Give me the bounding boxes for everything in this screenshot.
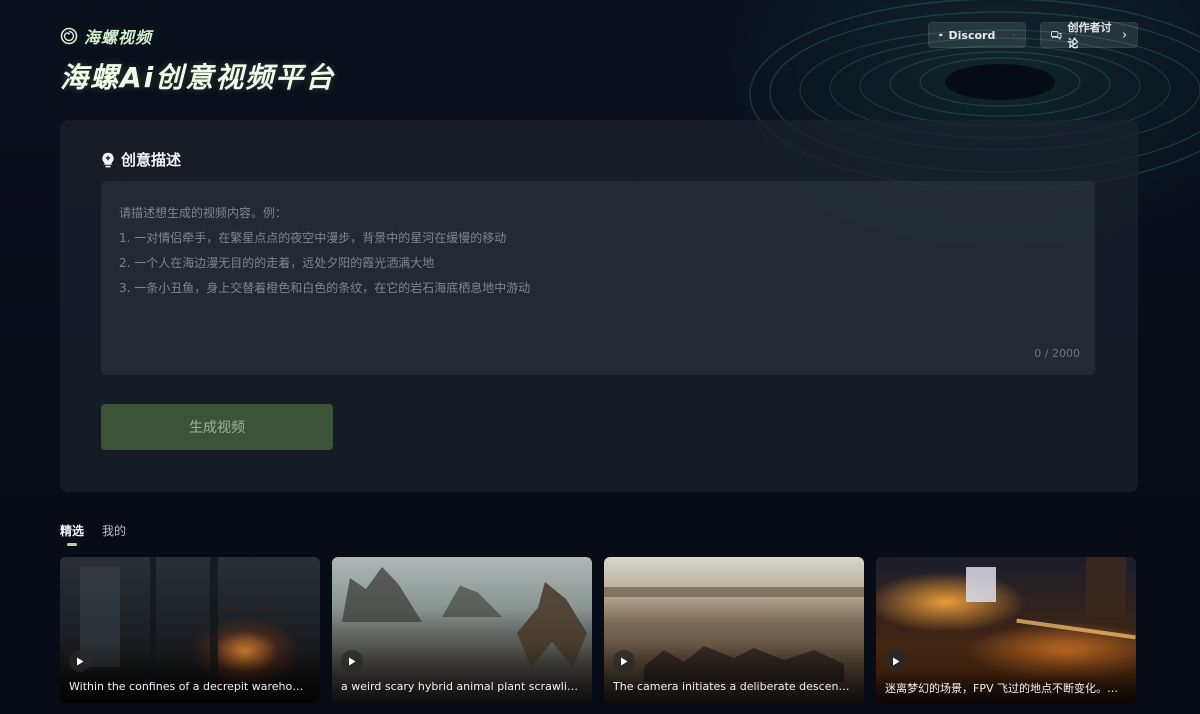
video-caption: a weird scary hybrid animal plant scrawl…: [341, 680, 581, 693]
character-counter: 0 / 2000: [1034, 347, 1080, 360]
play-icon[interactable]: [613, 650, 635, 672]
creator-forum-button[interactable]: 创作者讨论: [1040, 21, 1138, 50]
video-card[interactable]: Within the confines of a decrepit wareho…: [60, 557, 320, 703]
play-icon[interactable]: [69, 650, 91, 672]
play-icon[interactable]: [341, 650, 363, 672]
video-caption: Within the confines of a decrepit wareho…: [69, 680, 309, 693]
snail-logo-icon: [60, 27, 78, 45]
tab-featured[interactable]: 精选: [60, 522, 84, 546]
prompt-panel: 创意描述 请描述想生成的视频内容。例： 1. 一对情侣牵手，在繁星点点的夜空中漫…: [60, 120, 1138, 492]
page: 海螺视频 海螺Ai创意视频平台 Discord 创作者讨论 创意描述 请描述想生…: [0, 0, 1200, 714]
brand-logo[interactable]: 海螺视频: [60, 24, 152, 48]
prompt-textarea[interactable]: 请描述想生成的视频内容。例： 1. 一对情侣牵手，在繁星点点的夜空中漫步，背景中…: [101, 181, 1095, 375]
video-card[interactable]: a weird scary hybrid animal plant scrawl…: [332, 557, 592, 703]
chevron-right-icon: [1123, 32, 1127, 38]
gallery-tabs: 精选 我的: [60, 522, 126, 546]
discord-label: Discord: [948, 28, 996, 42]
discord-button[interactable]: Discord: [928, 22, 1026, 48]
chat-bubbles-icon: [1051, 30, 1062, 40]
panel-heading: 创意描述: [101, 149, 181, 170]
panel-heading-text: 创意描述: [121, 151, 182, 169]
chevron-right-icon: [1013, 33, 1015, 37]
video-caption: The camera initiates a deliberate descen…: [613, 680, 853, 693]
prompt-placeholder: 请描述想生成的视频内容。例： 1. 一对情侣牵手，在繁星点点的夜空中漫步，背景中…: [119, 206, 531, 295]
tab-mine[interactable]: 我的: [102, 522, 126, 539]
page-title: 海螺Ai创意视频平台: [60, 61, 336, 94]
video-gallery: Within the confines of a decrepit wareho…: [60, 557, 1136, 703]
discord-icon: [939, 33, 943, 37]
play-icon[interactable]: [885, 650, 907, 672]
lightbulb-icon: [102, 152, 114, 167]
top-actions: Discord 创作者讨论: [928, 21, 1138, 50]
video-card[interactable]: The camera initiates a deliberate descen…: [604, 557, 864, 703]
generate-video-button[interactable]: 生成视频: [101, 404, 333, 450]
video-card[interactable]: 迷离梦幻的场景，FPV 飞过的地点不断变化。夜晚的城市: [876, 557, 1136, 703]
brand-name: 海螺视频: [84, 28, 153, 47]
video-caption: 迷离梦幻的场景，FPV 飞过的地点不断变化。夜晚的城市: [885, 682, 1125, 695]
creator-forum-label: 创作者讨论: [1067, 21, 1112, 50]
